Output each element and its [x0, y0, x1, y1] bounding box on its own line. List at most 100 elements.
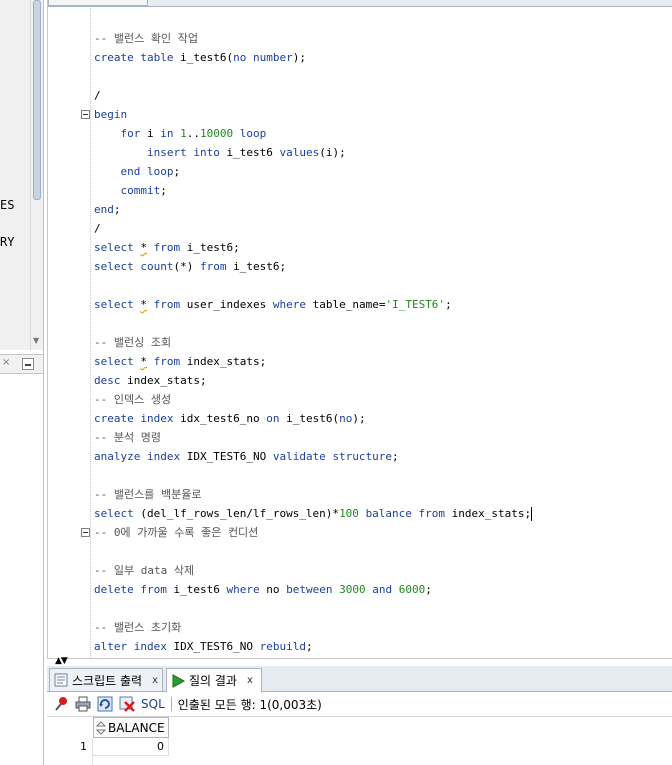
code-token: ;	[305, 640, 313, 653]
tab-script-output[interactable]: 스크립트 출력 x	[49, 668, 163, 691]
code-line[interactable]: -- 밸런싱 조회	[94, 333, 672, 352]
code-token: user_indexes	[180, 298, 273, 311]
code-token: /	[94, 89, 101, 102]
navigator-item-es[interactable]: ES	[0, 198, 14, 212]
code-token: select	[94, 241, 134, 254]
code-token: index	[146, 450, 181, 463]
code-token: from	[153, 298, 181, 311]
code-line[interactable]: /	[94, 86, 672, 105]
code-line[interactable]	[94, 599, 672, 618]
code-line[interactable]: -- 분석 명령	[94, 428, 672, 447]
code-area[interactable]: -- 밸런스 확인 작업 create table i_test6(no numb…	[81, 29, 672, 656]
table-cell[interactable]: 0	[93, 738, 169, 756]
editor-tab[interactable]	[48, 0, 148, 6]
tab-close-icon[interactable]: x	[247, 675, 253, 686]
code-token: where	[226, 583, 260, 596]
script-icon	[54, 673, 68, 687]
left-scrollbar-thumb[interactable]	[33, 0, 41, 200]
code-line[interactable]: begin	[81, 105, 672, 124]
code-token: number	[252, 51, 293, 64]
code-line[interactable]: -- 0에 가까울 수록 좋은 컨디션	[81, 523, 672, 542]
splitter-arrows-icon[interactable]: ▲▼	[55, 656, 68, 666]
print-icon[interactable]	[75, 696, 91, 712]
code-token: delete	[94, 583, 134, 596]
code-token: 1	[180, 127, 187, 140]
code-line[interactable]: delete from i_test6 where no between 300…	[94, 580, 672, 599]
code-token: *	[140, 298, 147, 311]
pin-icon[interactable]	[53, 696, 69, 712]
code-line[interactable]: for i in 1..10000 loop	[94, 124, 672, 143]
code-line[interactable]	[94, 542, 672, 561]
code-line[interactable]: select * from index_stats;	[94, 352, 672, 371]
code-token: alter	[94, 640, 128, 653]
sql-editor[interactable]: -- 밸런스 확인 작업 create table i_test6(no numb…	[47, 0, 672, 658]
code-line[interactable]: /	[94, 219, 672, 238]
code-line[interactable]: -- 밸런스 확인 작업	[94, 29, 672, 48]
code-line[interactable]: commit;	[94, 181, 672, 200]
delete-icon[interactable]	[119, 696, 135, 712]
row-number[interactable]: 1	[47, 738, 93, 756]
tab-close-icon[interactable]: x	[152, 675, 158, 686]
code-token: balance	[365, 507, 412, 520]
code-line[interactable]	[94, 314, 672, 333]
code-line[interactable]: -- 일부 data 삭제	[94, 561, 672, 580]
code-line[interactable]: -- 인덱스 생성	[94, 390, 672, 409]
code-line[interactable]: create index idx_test6_no on i_test6(no)…	[94, 409, 672, 428]
code-line[interactable]: create table i_test6(no number);	[94, 48, 672, 67]
code-token: and	[372, 583, 393, 596]
panel-splitter[interactable]: ▲▼	[47, 656, 672, 666]
code-line[interactable]	[94, 466, 672, 485]
code-line[interactable]: -- 밸런스를 백분율로	[94, 485, 672, 504]
code-line[interactable]: desc index_stats;	[94, 371, 672, 390]
code-token: between	[286, 583, 333, 596]
code-line[interactable]: -- 밸런스 초기화	[94, 618, 672, 637]
code-token: -- 일부 data 삭제	[94, 564, 195, 577]
left-scrollbar[interactable]: ▼	[30, 0, 42, 350]
column-header-balance[interactable]: BALANCE	[93, 717, 169, 738]
code-line[interactable]: select * from user_indexes where table_n…	[94, 295, 672, 314]
code-token: on	[266, 412, 280, 425]
code-line[interactable]: select * from i_test6;	[94, 238, 672, 257]
code-token: ;	[445, 298, 452, 311]
code-token: ;	[392, 450, 399, 463]
fold-toggle-icon[interactable]	[81, 528, 90, 537]
grid-corner	[47, 717, 93, 738]
code-token: table_name=	[305, 298, 386, 311]
fold-toggle-icon[interactable]	[81, 110, 90, 119]
code-token: -- 인덱스 생성	[94, 393, 172, 406]
sql-button[interactable]: SQL	[141, 697, 165, 711]
code-line[interactable]: select count(*) from i_test6;	[94, 257, 672, 276]
code-token: where	[272, 298, 306, 311]
code-line[interactable]: alter index IDX_TEST6_NO rebuild;	[94, 637, 672, 656]
code-token: no	[339, 412, 353, 425]
code-line[interactable]: analyze index IDX_TEST6_NO validate stru…	[94, 447, 672, 466]
tab-query-result[interactable]: 질의 결과 x	[166, 668, 262, 692]
code-line[interactable]: insert into i_test6 values(i);	[94, 143, 672, 162]
code-token: insert	[146, 146, 187, 159]
minimize-icon[interactable]	[22, 358, 34, 370]
code-line[interactable]: end;	[94, 200, 672, 219]
code-token: from	[418, 507, 446, 520]
code-token: IDX_TEST6_NO	[166, 640, 260, 653]
refresh-icon[interactable]	[97, 696, 113, 712]
close-icon[interactable]: ×	[2, 357, 10, 368]
code-line[interactable]	[94, 276, 672, 295]
code-line[interactable]: end loop;	[94, 162, 672, 181]
code-token: idx_test6_no	[173, 412, 267, 425]
sort-icon[interactable]	[96, 720, 106, 735]
code-token: select	[94, 298, 134, 311]
code-token: commit	[120, 184, 161, 197]
navigator-item-ry[interactable]: RY	[0, 235, 14, 249]
left-navigator-panel: ES RY ▼ ×	[0, 0, 44, 765]
code-token: i_test6	[219, 146, 280, 159]
scroll-down-icon[interactable]: ▼	[33, 336, 39, 345]
toolbar-separator	[170, 697, 172, 711]
code-token: loop	[239, 127, 267, 140]
code-token: structure	[332, 450, 393, 463]
code-line[interactable]: select (del_lf_rows_len/lf_rows_len)*100…	[94, 504, 672, 523]
editor-tabstrip	[48, 0, 672, 7]
code-line[interactable]	[94, 67, 672, 86]
